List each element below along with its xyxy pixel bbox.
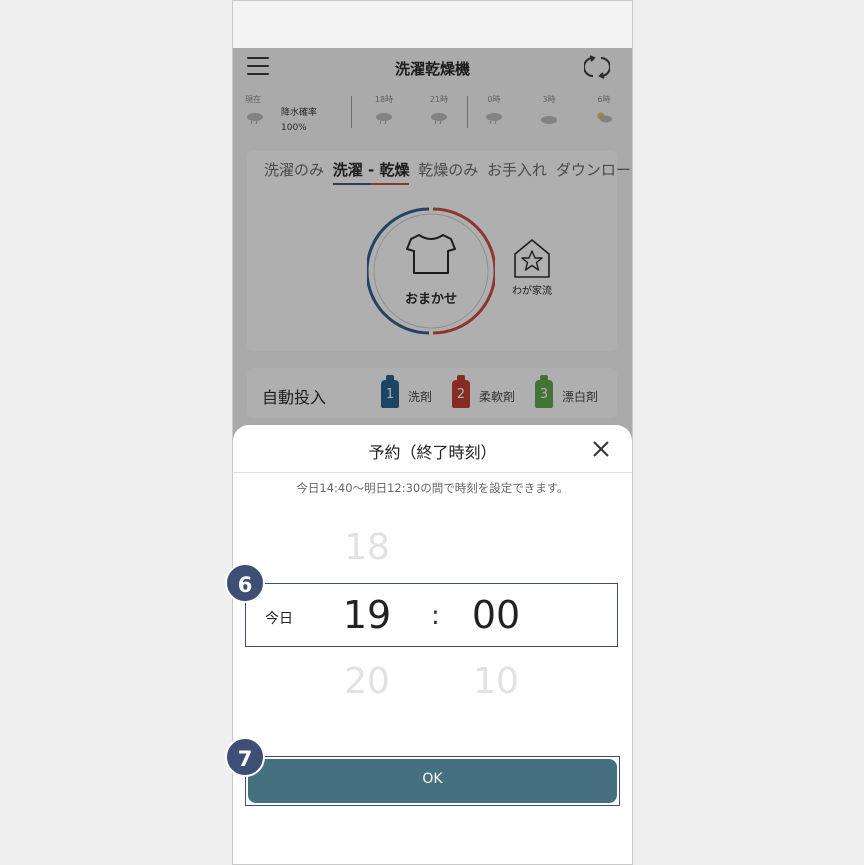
hour-option-next[interactable]: 20 — [327, 661, 407, 702]
minute-option-next[interactable]: 10 — [456, 661, 536, 702]
hour-option-prev[interactable]: 18 — [327, 527, 407, 568]
phone-screen: 洗濯乾燥機 現在 降水確率 100% 18時 21時 0時 3時 6時 洗濯のみ… — [232, 0, 633, 865]
step-marker-6: 6 — [225, 563, 265, 603]
ok-button-frame: OK — [245, 756, 620, 806]
ok-button[interactable]: OK — [248, 759, 617, 803]
hour-picker-selected[interactable]: 19 — [327, 593, 407, 637]
close-icon[interactable] — [590, 438, 612, 460]
sheet-divider — [233, 472, 632, 473]
step-marker-7: 7 — [225, 737, 265, 777]
time-separator: : — [431, 601, 440, 631]
sheet-title: 予約（終了時刻） — [368, 443, 497, 462]
time-range-note: 今日14:40〜明日12:30の間で時刻を設定できます。 — [296, 481, 569, 495]
reservation-bottom-sheet: 予約（終了時刻） 今日14:40〜明日12:30の間で時刻を設定できます。 18… — [233, 425, 632, 864]
day-label: 今日 — [265, 611, 293, 627]
status-bar — [233, 1, 632, 48]
minute-picker-selected[interactable]: 00 — [456, 593, 536, 637]
